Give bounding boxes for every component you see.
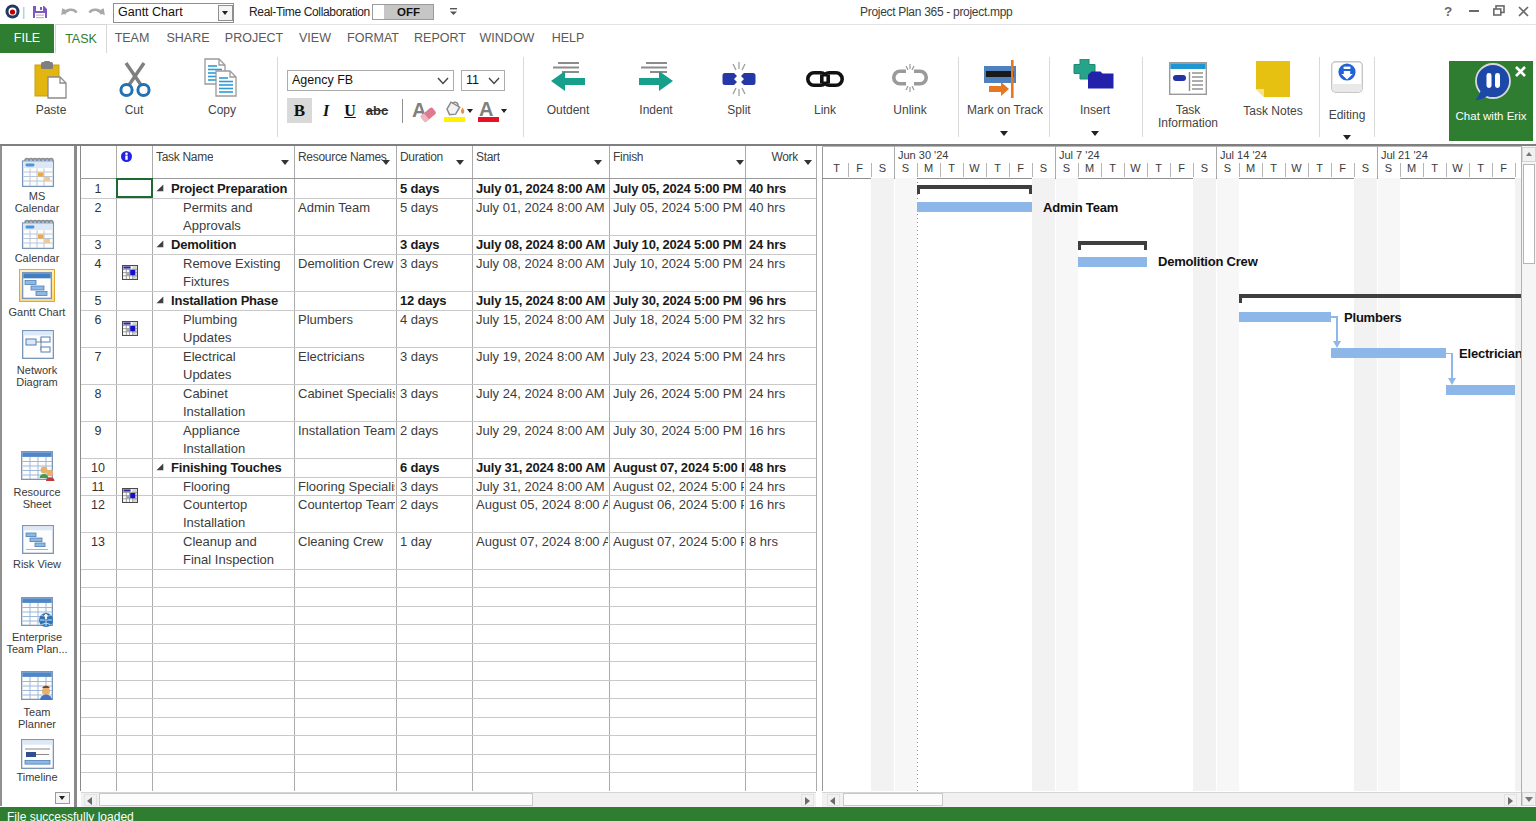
svg-text:A: A: [479, 98, 493, 120]
